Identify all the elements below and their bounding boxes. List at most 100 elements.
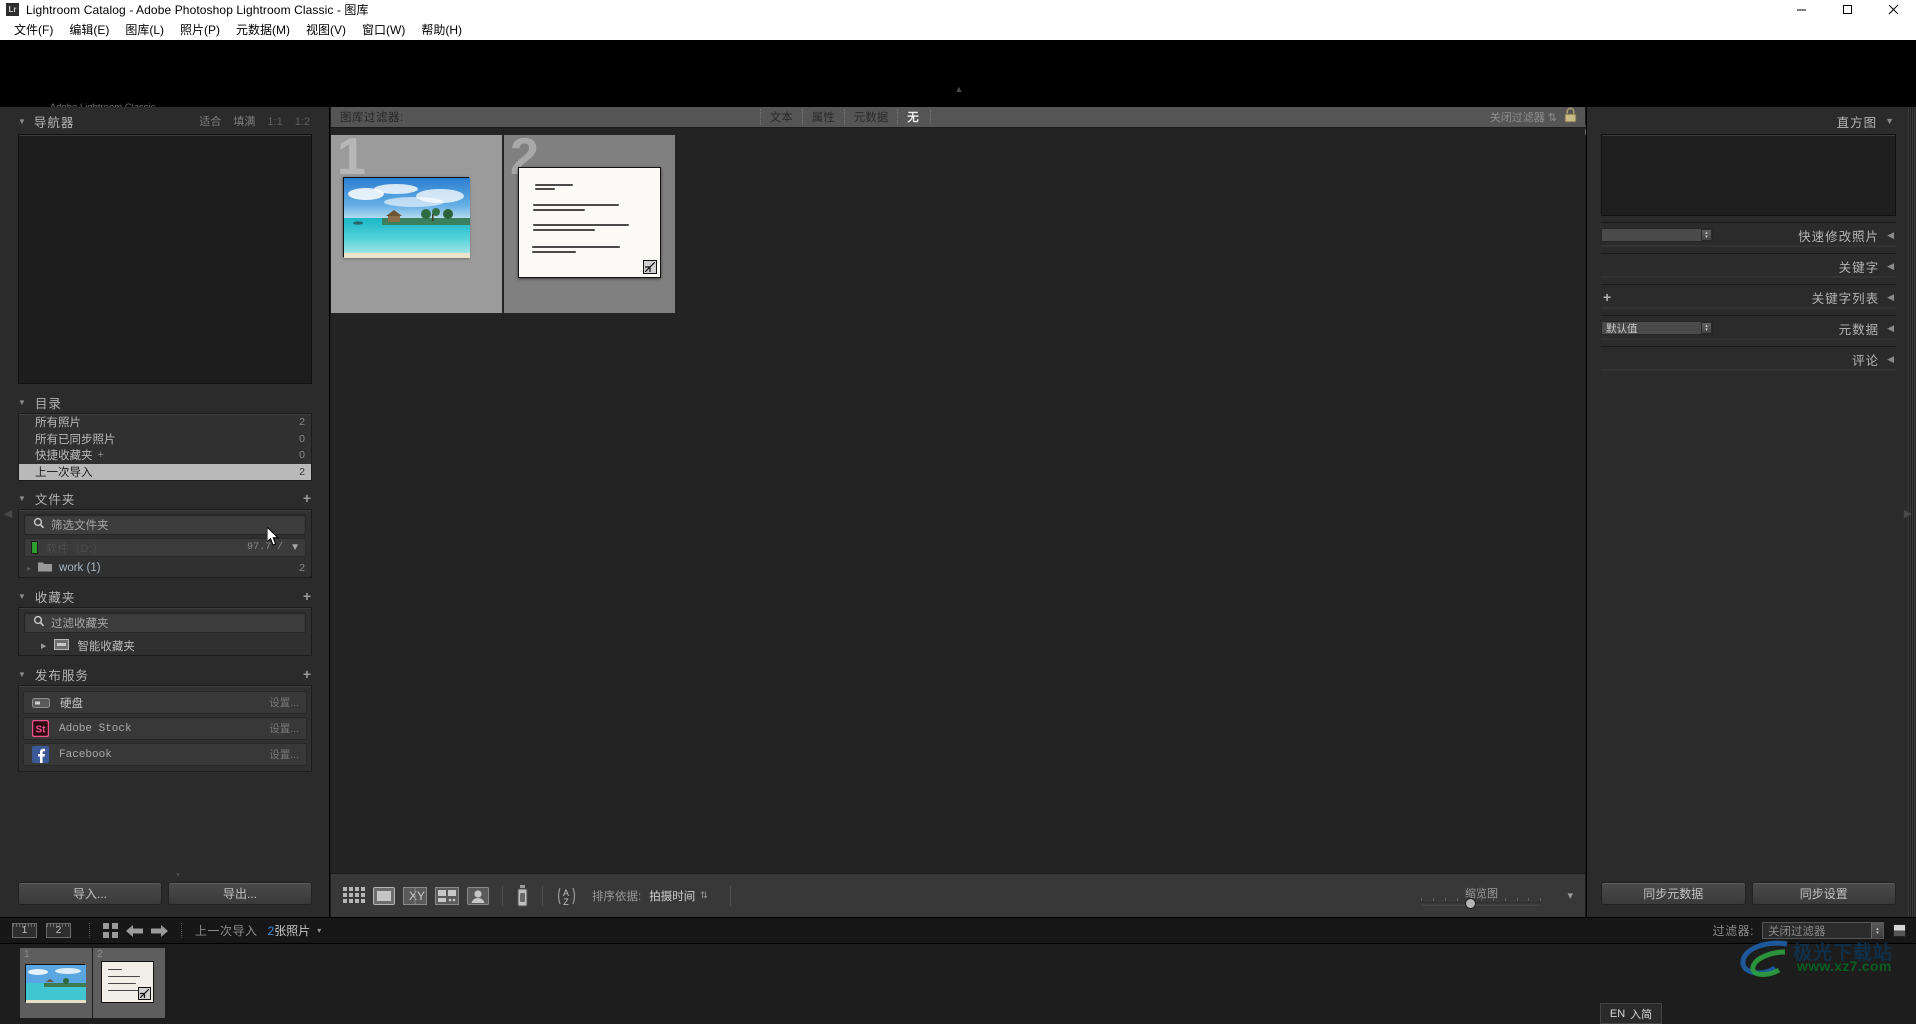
spray-can-icon[interactable] xyxy=(516,884,529,907)
collections-section-header[interactable]: ▼ 收藏夹 + xyxy=(18,585,312,607)
stepper-icon[interactable]: ▴ ▾ xyxy=(1701,229,1712,241)
filter-chip-none[interactable]: 无 xyxy=(897,109,930,125)
navigator-header[interactable]: ▼ 导航器 适合 填满 1:1 1:2 xyxy=(18,111,312,131)
keywording-disclosure-icon[interactable]: ◀ xyxy=(1887,261,1894,272)
filter-chip-text[interactable]: 文本 xyxy=(759,109,802,125)
filmstrip-source-caret-icon[interactable]: ▾ xyxy=(317,926,321,935)
sync-settings-button[interactable]: 同步设置 xyxy=(1751,882,1896,905)
slider-knob[interactable] xyxy=(1465,898,1477,909)
quick-develop-section[interactable]: ▴ ▾ 快速修改照片 ◀ xyxy=(1601,222,1896,247)
publish-item-adobe-stock[interactable]: St Adobe Stock 设置... xyxy=(23,717,307,740)
filmstrip-cell-2[interactable]: 2 xyxy=(93,948,165,1018)
develop-badge-icon[interactable] xyxy=(643,260,657,274)
close-button[interactable] xyxy=(1870,0,1916,19)
comments-disclosure-icon[interactable]: ◀ xyxy=(1887,354,1894,365)
publish-setup-button[interactable]: 设置... xyxy=(269,747,299,762)
people-view-icon[interactable] xyxy=(467,886,489,905)
filmstrip-thumbnail-beach[interactable] xyxy=(25,964,86,1003)
filter-chip-attribute[interactable]: 属性 xyxy=(801,109,844,125)
develop-badge-icon[interactable] xyxy=(138,987,151,1000)
minimize-button[interactable] xyxy=(1778,0,1824,19)
menu-help[interactable]: 帮助(H) xyxy=(413,19,470,40)
menu-view[interactable]: 视图(V) xyxy=(298,19,354,40)
quick-develop-preset-select[interactable]: ▴ ▾ xyxy=(1601,228,1713,242)
slider-track[interactable] xyxy=(1421,898,1542,909)
menu-metadata[interactable]: 元数据(M) xyxy=(228,19,298,40)
toolbar-options-caret-icon[interactable]: ▾ xyxy=(1567,889,1573,902)
publish-section-header[interactable]: ▼ 发布服务 + xyxy=(18,663,312,685)
collection-filter-field[interactable]: 过滤收藏夹 xyxy=(24,612,306,633)
comments-section[interactable]: 评论 ◀ xyxy=(1601,346,1896,371)
screen-2-button[interactable]: 2 xyxy=(46,923,71,938)
filmstrip-source-label[interactable]: 上一次导入 xyxy=(195,922,258,939)
import-button[interactable]: 导入... xyxy=(18,882,162,905)
survey-view-icon[interactable] xyxy=(435,886,459,905)
metadata-disclosure-icon[interactable]: ◀ xyxy=(1887,323,1894,334)
add-keyword-button[interactable]: + xyxy=(1603,289,1611,305)
catalog-section-header[interactable]: ▼ 目录 xyxy=(18,391,312,413)
filmstrip-filter-select[interactable]: 关闭过滤器 ▴ ▾ xyxy=(1762,922,1884,939)
keywording-section[interactable]: 关键字 ◀ xyxy=(1601,253,1896,278)
maximize-button[interactable] xyxy=(1824,0,1870,19)
left-panel-collapse-toggle[interactable]: ◀ xyxy=(3,502,13,526)
zoom-fill[interactable]: 填满 xyxy=(233,113,255,129)
catalog-item-quick-collection[interactable]: 快捷收藏夹 + 0 xyxy=(19,447,311,464)
zoom-fit[interactable]: 适合 xyxy=(199,113,221,129)
thumbnail-image-note[interactable] xyxy=(518,167,661,278)
catalog-disclosure-icon[interactable]: ▼ xyxy=(18,398,27,407)
menu-library[interactable]: 图库(L) xyxy=(117,19,172,40)
grid-view[interactable]: 1 2 xyxy=(331,128,1585,873)
catalog-item-previous-import[interactable]: 上一次导入 2 xyxy=(19,463,311,480)
publish-disclosure-icon[interactable]: ▼ xyxy=(18,670,27,679)
filmstrip-cell-1[interactable]: 1 xyxy=(20,948,92,1018)
metadata-preset-select[interactable]: 默认值 ▴ ▾ xyxy=(1601,321,1713,335)
publish-setup-button[interactable]: 设置... xyxy=(269,695,299,710)
right-panel-collapse-toggle[interactable]: ▶ xyxy=(1903,502,1913,526)
catalog-item-all-synced[interactable]: 所有已同步照片 0 xyxy=(19,431,311,448)
drive-disclosure-icon[interactable]: ▼ xyxy=(290,542,300,553)
publish-item-harddisk[interactable]: 硬盘 设置... xyxy=(23,691,307,714)
stepper-icon[interactable]: ▴ ▾ xyxy=(1871,923,1883,938)
filmstrip-thumbnail-note[interactable] xyxy=(101,961,154,1003)
menu-window[interactable]: 窗口(W) xyxy=(354,19,413,40)
zoom-1-1[interactable]: 1:1 xyxy=(267,116,282,128)
compare-view-icon[interactable]: XY xyxy=(403,886,427,905)
filter-chip-metadata[interactable]: 元数据 xyxy=(843,109,898,125)
folders-section-header[interactable]: ▼ 文件夹 + xyxy=(18,487,312,509)
grid-cell-2[interactable]: 2 xyxy=(504,131,676,313)
thumbnail-size-slider[interactable]: 缩览图 xyxy=(1411,885,1551,909)
publish-setup-button[interactable]: 设置... xyxy=(269,721,299,736)
folder-item-work[interactable]: ▸ work (1) 2 xyxy=(19,559,311,577)
keyword-list-section[interactable]: + 关键字列表 ◀ xyxy=(1601,284,1896,309)
add-folder-button[interactable]: + xyxy=(303,490,312,506)
navigator-disclosure-icon[interactable]: ▼ xyxy=(18,117,26,126)
add-publish-service-button[interactable]: + xyxy=(303,666,312,682)
quick-develop-disclosure-icon[interactable]: ◀ xyxy=(1887,230,1894,241)
lock-icon[interactable] xyxy=(1564,107,1577,128)
left-panel-scroll-collapse[interactable]: ▾ xyxy=(170,871,186,879)
collections-disclosure-icon[interactable]: ▼ xyxy=(18,592,27,601)
folders-disclosure-icon[interactable]: ▼ xyxy=(18,494,27,503)
loupe-view-icon[interactable] xyxy=(373,886,395,905)
menu-edit[interactable]: 编辑(E) xyxy=(61,19,117,40)
flag-icon[interactable] xyxy=(1893,924,1906,937)
add-collection-button[interactable]: + xyxy=(303,588,312,604)
folder-filter-field[interactable]: 筛选文件夹 xyxy=(24,514,306,535)
menu-photo[interactable]: 照片(P) xyxy=(172,19,228,40)
metadata-section[interactable]: 默认值 ▴ ▾ 元数据 ◀ xyxy=(1601,315,1896,340)
keyword-list-disclosure-icon[interactable]: ◀ xyxy=(1887,292,1894,303)
sort-value[interactable]: 拍摄时间 xyxy=(649,888,695,904)
publish-item-facebook[interactable]: Facebook 设置... xyxy=(23,743,307,766)
arrow-left-icon[interactable] xyxy=(126,924,143,938)
histogram-disclosure-icon[interactable]: ▼ xyxy=(1885,116,1894,126)
navigator-preview[interactable] xyxy=(18,134,312,384)
filter-close-dropdown[interactable]: 关闭过滤器 ⇅ xyxy=(1490,109,1557,125)
histogram-header[interactable]: 直方图 ▼ xyxy=(1601,111,1896,131)
export-button[interactable]: 导出... xyxy=(168,882,312,905)
sort-stepper-icon[interactable]: ⇅ xyxy=(700,890,708,901)
sync-metadata-button[interactable]: 同步元数据 xyxy=(1601,882,1746,905)
folder-volume-row[interactable]: 软件（D:） 97.7 / ▼ xyxy=(24,538,306,557)
stepper-icon[interactable]: ▴ ▾ xyxy=(1701,322,1712,334)
grid-view-icon[interactable] xyxy=(343,886,365,905)
thumbnail-image-beach[interactable] xyxy=(343,177,470,258)
